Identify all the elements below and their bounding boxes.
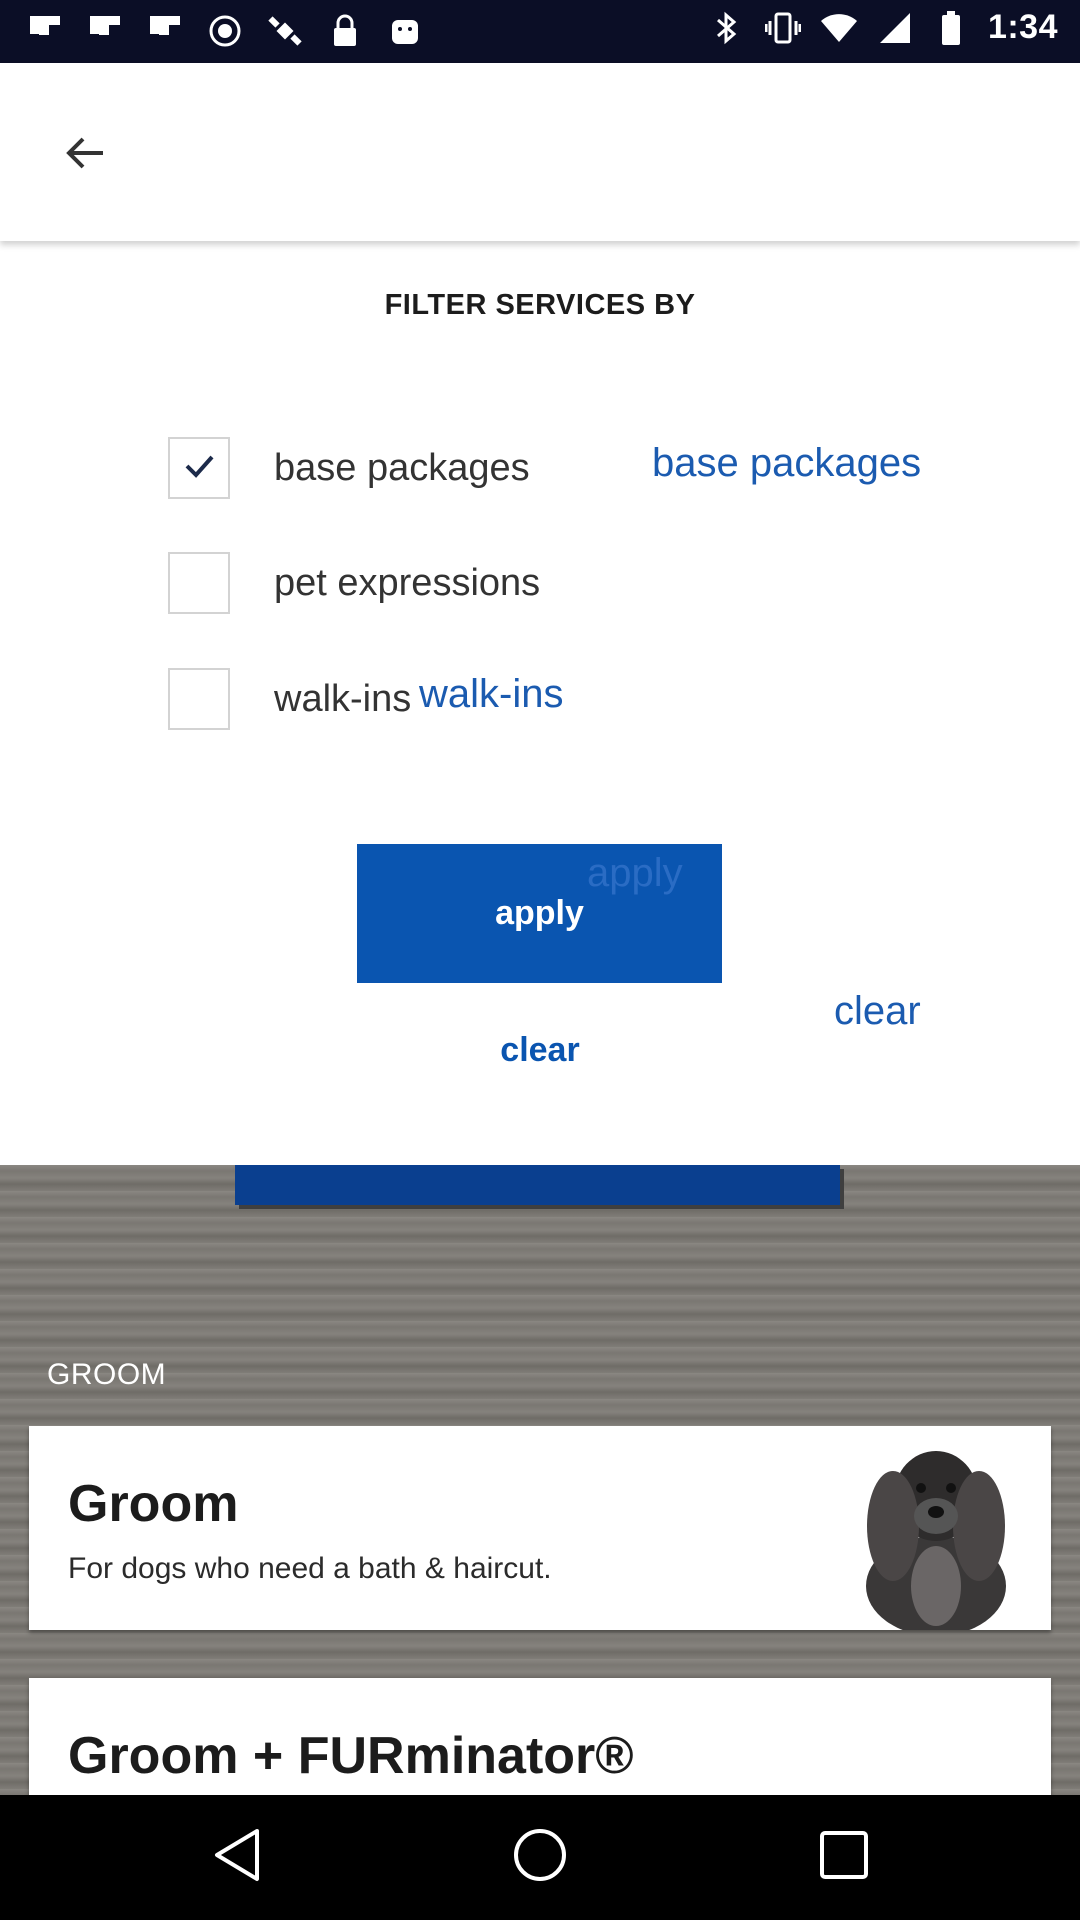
background-content: GROOM Groom For dogs who need a bath & h…: [0, 1165, 1080, 1795]
option-overlay-label: walk-ins: [419, 672, 564, 716]
clear-overlay-label: clear: [834, 989, 921, 1033]
card-title: Groom: [68, 1475, 239, 1533]
status-left-icons: [26, 12, 424, 50]
lock-icon: [326, 12, 364, 50]
background-button: [235, 1165, 840, 1205]
battery-icon: [932, 9, 970, 47]
apply-overlay-label: apply: [587, 851, 683, 895]
checkbox-walk-ins[interactable]: [168, 668, 230, 730]
flipboard-icon: [26, 12, 64, 50]
signal-icon: [876, 9, 914, 47]
filter-option-base-packages[interactable]: base packages: [168, 437, 530, 499]
circle-icon: [206, 12, 244, 50]
status-right-icons: 1:34: [708, 8, 1058, 47]
checkbox-base-packages[interactable]: [168, 437, 230, 499]
nav-back-button[interactable]: [205, 1825, 269, 1889]
service-card-groom[interactable]: Groom For dogs who need a bath & haircut…: [29, 1426, 1051, 1636]
nav-home-button[interactable]: [508, 1825, 572, 1889]
arrow-left-icon: [63, 131, 107, 180]
dog-image: [851, 1436, 1021, 1636]
card-description: For dogs who need a bath & haircut.: [68, 1552, 552, 1585]
option-overlay-label: base packages: [652, 441, 922, 485]
status-time: 1:34: [987, 8, 1058, 46]
clear-button[interactable]: clear: [0, 1031, 1080, 1070]
bluetooth-icon: [708, 9, 746, 47]
filter-title: FILTER SERVICES BY: [384, 289, 696, 321]
vibrate-icon: [764, 9, 802, 47]
filter-option-pet-expressions[interactable]: pet expressions: [168, 552, 540, 614]
section-label: GROOM: [47, 1358, 167, 1391]
wifi-icon: [820, 9, 858, 47]
status-bar: 1:34: [0, 0, 1080, 63]
back-button[interactable]: [55, 125, 115, 185]
android-icon: [386, 12, 424, 50]
back-triangle-icon: [211, 1827, 263, 1888]
top-app-bar: [0, 63, 1080, 241]
option-label: pet expressions: [274, 561, 541, 604]
filter-option-walk-ins[interactable]: walk-ins: [168, 668, 411, 730]
recents-square-icon: [818, 1829, 870, 1886]
nav-recents-button[interactable]: [812, 1825, 876, 1889]
service-card-groom-furminator[interactable]: Groom + FURminator®: [29, 1678, 1051, 1795]
satellite-icon: [266, 12, 304, 50]
flipboard-icon: [146, 12, 184, 50]
home-circle-icon: [512, 1827, 568, 1888]
card-title: Groom + FURminator®: [68, 1727, 634, 1785]
option-label: walk-ins: [274, 677, 412, 720]
checkbox-pet-expressions[interactable]: [168, 552, 230, 614]
flipboard-icon: [86, 12, 124, 50]
option-label: base packages: [274, 446, 530, 489]
navigation-bar: [0, 1795, 1080, 1920]
filter-panel: FILTER SERVICES BY base packages base pa…: [0, 241, 1080, 1165]
check-icon: [179, 446, 219, 491]
